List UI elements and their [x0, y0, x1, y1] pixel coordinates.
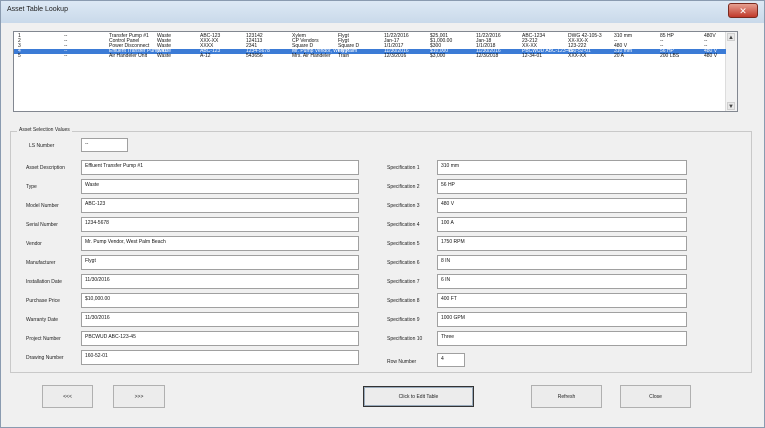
specification-8-label: Specification 8: [387, 298, 420, 304]
vendor-field[interactable]: Mr. Pump Vendor, West Palm Beach: [81, 236, 359, 251]
drawing-number-label: Drawing Number: [26, 355, 64, 361]
list-cell: 12-34-01: [522, 53, 543, 59]
list-cell: Mrs. Air Handeler: [292, 53, 331, 59]
next-record-button[interactable]: >>>: [113, 385, 165, 408]
specification-4-field[interactable]: 100 A: [437, 217, 687, 232]
specification-8-field[interactable]: 400 FT: [437, 293, 687, 308]
list-cell: Train: [338, 53, 350, 59]
specification-9-field[interactable]: 1000 GPM: [437, 312, 687, 327]
previous-record-button[interactable]: <<<: [42, 385, 93, 408]
manufacturer-field[interactable]: Flygt: [81, 255, 359, 270]
list-cell: 543656: [246, 53, 263, 59]
asset-table-lookup-window: Asset Table Lookup ✕ ▲ ▼ 1 -- Transfer Pum…: [0, 0, 765, 428]
type-field[interactable]: Waste: [81, 179, 359, 194]
list-cell: $3,000: [430, 53, 446, 59]
close-button[interactable]: Close: [620, 385, 691, 408]
list-cell: --: [64, 53, 68, 59]
specification-3-label: Specification 3: [387, 203, 420, 209]
row-number-label: Row Number: [387, 359, 417, 365]
specification-7-field[interactable]: 6 IN: [437, 274, 687, 289]
edit-table-button[interactable]: Click to Edit Table: [363, 386, 474, 407]
asset-description-field[interactable]: Effluent Transfer Pump #1: [81, 160, 359, 175]
list-cell: 12/3/2018: [476, 53, 499, 59]
title-bar: Asset Table Lookup ✕: [1, 1, 764, 23]
listbox-vertical-scrollbar[interactable]: ▲ ▼: [725, 32, 737, 111]
specification-9-label: Specification 9: [387, 317, 420, 323]
list-cell: 200 LBS: [660, 53, 680, 59]
specification-1-field[interactable]: 310 mm: [437, 160, 687, 175]
specification-6-field[interactable]: 8 IN: [437, 255, 687, 270]
ls-number-field[interactable]: --: [81, 138, 128, 152]
asset-description-label: Asset Description: [26, 165, 65, 171]
vendor-label: Vendor: [26, 241, 42, 247]
manufacturer-label: Manufacturer: [26, 260, 56, 266]
specification-4-label: Specification 4: [387, 222, 420, 228]
specification-10-field[interactable]: Three: [437, 331, 687, 346]
refresh-button[interactable]: Refresh: [531, 385, 602, 408]
list-cell: 480 V: [704, 53, 718, 59]
purchase-price-label: Purchase Price: [26, 298, 60, 304]
group-label: Asset Selection Values: [17, 127, 72, 133]
model-number-field[interactable]: ABC-123: [81, 198, 359, 213]
project-number-label: Project Number: [26, 336, 61, 342]
window-close-button[interactable]: ✕: [728, 3, 758, 18]
drawing-number-field[interactable]: 160-52-01: [81, 350, 359, 365]
window-title: Asset Table Lookup: [7, 6, 68, 13]
asset-listbox[interactable]: ▲ ▼ 1 -- Transfer Pump #1 Waste ABC-123 12314…: [13, 31, 738, 112]
list-cell: 12/3/2016: [384, 53, 407, 59]
type-label: Type: [26, 184, 37, 190]
list-cell: XXX-XX: [568, 53, 587, 59]
specification-5-field[interactable]: 1750 RPM: [437, 236, 687, 251]
specification-10-label: Specification 10: [387, 336, 423, 342]
installation-date-label: Installation Date: [26, 279, 62, 285]
list-cell: Waste: [157, 53, 171, 59]
installation-date-field[interactable]: 11/30/2016: [81, 274, 359, 289]
specification-3-field[interactable]: 480 V: [437, 198, 687, 213]
serial-number-label: Serial Number: [26, 222, 58, 228]
serial-number-field[interactable]: 1234-5678: [81, 217, 359, 232]
specification-6-label: Specification 6: [387, 260, 420, 266]
scroll-up-arrow-icon[interactable]: ▲: [727, 33, 735, 41]
list-row[interactable]: 5 -- Air Handeler Unit Waste A-12 543656 Mrs. …: [14, 54, 726, 59]
specification-7-label: Specification 7: [387, 279, 420, 285]
model-number-label: Model Number: [26, 203, 59, 209]
specification-2-label: Specification 2: [387, 184, 420, 190]
warranty-date-field[interactable]: 11/30/2016: [81, 312, 359, 327]
list-cell: 5: [18, 53, 21, 59]
specification-2-field[interactable]: 56 HP: [437, 179, 687, 194]
list-cell: Air Handeler Unit: [109, 53, 148, 59]
specification-5-label: Specification 5: [387, 241, 420, 247]
list-cell: 20 A: [614, 53, 625, 59]
specification-1-label: Specification 1: [387, 165, 420, 171]
purchase-price-field[interactable]: $10,000.00: [81, 293, 359, 308]
scroll-down-arrow-icon[interactable]: ▼: [727, 102, 735, 110]
warranty-date-label: Warranty Date: [26, 317, 59, 323]
ls-number-label: LS Number: [29, 143, 55, 149]
list-cell: A-12: [200, 53, 211, 59]
project-number-field[interactable]: PBCWUD ABC-123-45: [81, 331, 359, 346]
row-number-field[interactable]: 4: [437, 353, 465, 367]
